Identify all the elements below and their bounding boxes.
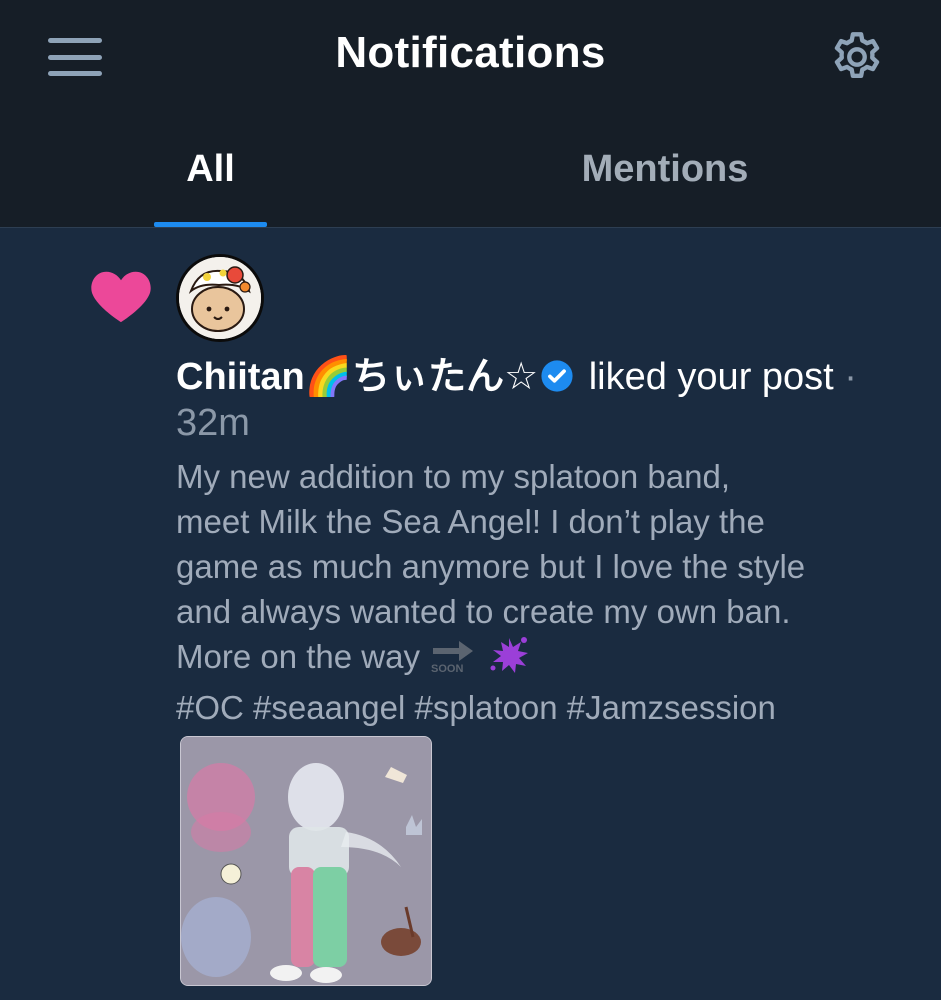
post-line: game as much anymore but I love the styl… [176, 548, 806, 585]
post-text: My new addition to my splatoon band, mee… [176, 454, 906, 730]
post-image[interactable] [180, 736, 432, 986]
notification-action: liked your post [578, 356, 834, 398]
top-bar: Notifications All Mentions [0, 0, 941, 228]
notification-item[interactable]: Chiitan🌈ちぃたん☆ liked your post · 32m My n… [0, 228, 941, 1000]
page-title: Notifications [335, 28, 606, 77]
tab-mentions[interactable]: Mentions [560, 148, 770, 191]
artwork-thumbnail [181, 737, 431, 985]
post-line: meet Milk the Sea Angel! I don’t play th… [176, 503, 765, 540]
avatar[interactable] [176, 254, 264, 342]
notification-headline: Chiitan🌈ちぃたん☆ liked your post · 32m [176, 354, 896, 446]
gear-icon [834, 32, 880, 79]
post-line-with-emoji: More on the way SOON [176, 634, 906, 685]
settings-button[interactable] [828, 28, 886, 86]
hashtags[interactable]: #OC #seaangel #splatoon #Jamzsession [176, 685, 906, 730]
post-line: and always wanted to create my own ban. [176, 593, 791, 630]
svg-text:SOON: SOON [431, 663, 463, 674]
post-line: My new addition to my splatoon band, [176, 458, 730, 495]
user-name[interactable]: Chiitan🌈ちぃたん☆ [176, 356, 538, 398]
heart-icon [91, 271, 151, 323]
avatar-image [179, 257, 261, 339]
verified-badge-icon [541, 360, 573, 392]
soon-arrow-emoji: SOON [429, 638, 477, 685]
tab-all[interactable]: All [154, 148, 267, 191]
notification-tabs: All Mentions [0, 130, 941, 228]
purple-splat-emoji [486, 634, 532, 685]
